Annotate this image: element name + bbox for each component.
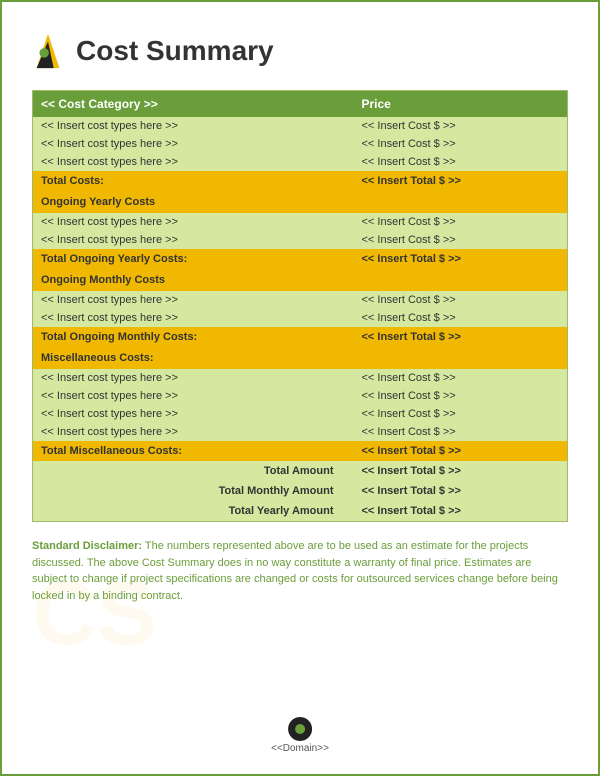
ongoing-monthly-label: Ongoing Monthly Costs xyxy=(33,269,568,291)
misc-price-4: << Insert Cost $ >> xyxy=(354,423,568,441)
cost-category-1: << Insert cost types here >> xyxy=(33,117,354,135)
summary-total-yearly-row: Total Yearly Amount << Insert Total $ >> xyxy=(33,501,568,522)
misc-category-4: << Insert cost types here >> xyxy=(33,423,354,441)
misc-price-1: << Insert Cost $ >> xyxy=(354,369,568,387)
summary-total-monthly-value: << Insert Total $ >> xyxy=(354,481,568,501)
domain-logo xyxy=(288,717,312,741)
table-row: << Insert cost types here >> << Insert C… xyxy=(33,309,568,327)
total-yearly-label: Total Ongoing Yearly Costs: xyxy=(33,249,354,269)
monthly-category-1: << Insert cost types here >> xyxy=(33,291,354,309)
total-monthly-value: << Insert Total $ >> xyxy=(354,327,568,347)
table-header-row: << Cost Category >> Price xyxy=(33,91,568,118)
table-row: << Insert cost types here >> << Insert C… xyxy=(33,291,568,309)
summary-total-yearly-value: << Insert Total $ >> xyxy=(354,501,568,522)
cost-category-2: << Insert cost types here >> xyxy=(33,135,354,153)
cost-table: << Cost Category >> Price << Insert cost… xyxy=(32,90,568,522)
summary-total-monthly-label: Total Monthly Amount xyxy=(33,481,354,501)
monthly-price-1: << Insert Cost $ >> xyxy=(354,291,568,309)
total-misc-row: Total Miscellaneous Costs: << Insert Tot… xyxy=(33,441,568,461)
ongoing-yearly-section-header: Ongoing Yearly Costs xyxy=(33,191,568,213)
table-row: << Insert cost types here >> << Insert C… xyxy=(33,405,568,423)
yearly-category-2: << Insert cost types here >> xyxy=(33,231,354,249)
total-misc-label: Total Miscellaneous Costs: xyxy=(33,441,354,461)
ongoing-yearly-label: Ongoing Yearly Costs xyxy=(33,191,568,213)
monthly-category-2: << Insert cost types here >> xyxy=(33,309,354,327)
yearly-price-2: << Insert Cost $ >> xyxy=(354,231,568,249)
total-costs-value: << Insert Total $ >> xyxy=(354,171,568,191)
total-monthly-label: Total Ongoing Monthly Costs: xyxy=(33,327,354,347)
logo-icon xyxy=(32,32,64,70)
disclaimer-label: Standard Disclaimer: xyxy=(32,540,142,552)
ongoing-monthly-section-header: Ongoing Monthly Costs xyxy=(33,269,568,291)
misc-price-3: << Insert Cost $ >> xyxy=(354,405,568,423)
page: Cost Summary << Cost Category >> Price <… xyxy=(0,0,600,776)
misc-category-1: << Insert cost types here >> xyxy=(33,369,354,387)
table-row: << Insert cost types here >> << Insert C… xyxy=(33,231,568,249)
total-costs-label: Total Costs: xyxy=(33,171,354,191)
misc-label: Miscellaneous Costs: xyxy=(33,347,568,369)
table-row: << Insert cost types here >> << Insert C… xyxy=(33,153,568,171)
table-row: << Insert cost types here >> << Insert C… xyxy=(33,369,568,387)
summary-total-amount-row: Total Amount << Insert Total $ >> xyxy=(33,461,568,481)
total-yearly-value: << Insert Total $ >> xyxy=(354,249,568,269)
cost-category-3: << Insert cost types here >> xyxy=(33,153,354,171)
domain-text: <<Domain>> xyxy=(271,743,329,754)
domain-circle-inner xyxy=(295,724,305,734)
misc-category-2: << Insert cost types here >> xyxy=(33,387,354,405)
summary-total-amount-value: << Insert Total $ >> xyxy=(354,461,568,481)
total-monthly-row: Total Ongoing Monthly Costs: << Insert T… xyxy=(33,327,568,347)
misc-category-3: << Insert cost types here >> xyxy=(33,405,354,423)
header-category: << Cost Category >> xyxy=(33,91,354,118)
cost-price-3: << Insert Cost $ >> xyxy=(354,153,568,171)
table-row: << Insert cost types here >> << Insert C… xyxy=(33,387,568,405)
disclaimer: Standard Disclaimer: The numbers represe… xyxy=(32,538,568,604)
total-costs-row: Total Costs: << Insert Total $ >> xyxy=(33,171,568,191)
table-row: << Insert cost types here >> << Insert C… xyxy=(33,135,568,153)
yearly-category-1: << Insert cost types here >> xyxy=(33,213,354,231)
page-title: Cost Summary xyxy=(76,35,274,67)
summary-total-yearly-label: Total Yearly Amount xyxy=(33,501,354,522)
cost-price-2: << Insert Cost $ >> xyxy=(354,135,568,153)
table-row: << Insert cost types here >> << Insert C… xyxy=(33,423,568,441)
table-row: << Insert cost types here >> << Insert C… xyxy=(33,213,568,231)
header: Cost Summary xyxy=(32,22,568,70)
summary-total-amount-label: Total Amount xyxy=(33,461,354,481)
monthly-price-2: << Insert Cost $ >> xyxy=(354,309,568,327)
yearly-price-1: << Insert Cost $ >> xyxy=(354,213,568,231)
misc-section-header: Miscellaneous Costs: xyxy=(33,347,568,369)
footer: <<Domain>> xyxy=(271,717,329,754)
header-price: Price xyxy=(354,91,568,118)
total-misc-value: << Insert Total $ >> xyxy=(354,441,568,461)
misc-price-2: << Insert Cost $ >> xyxy=(354,387,568,405)
table-row: << Insert cost types here >> << Insert C… xyxy=(33,117,568,135)
total-yearly-row: Total Ongoing Yearly Costs: << Insert To… xyxy=(33,249,568,269)
summary-total-monthly-row: Total Monthly Amount << Insert Total $ >… xyxy=(33,481,568,501)
cost-price-1: << Insert Cost $ >> xyxy=(354,117,568,135)
